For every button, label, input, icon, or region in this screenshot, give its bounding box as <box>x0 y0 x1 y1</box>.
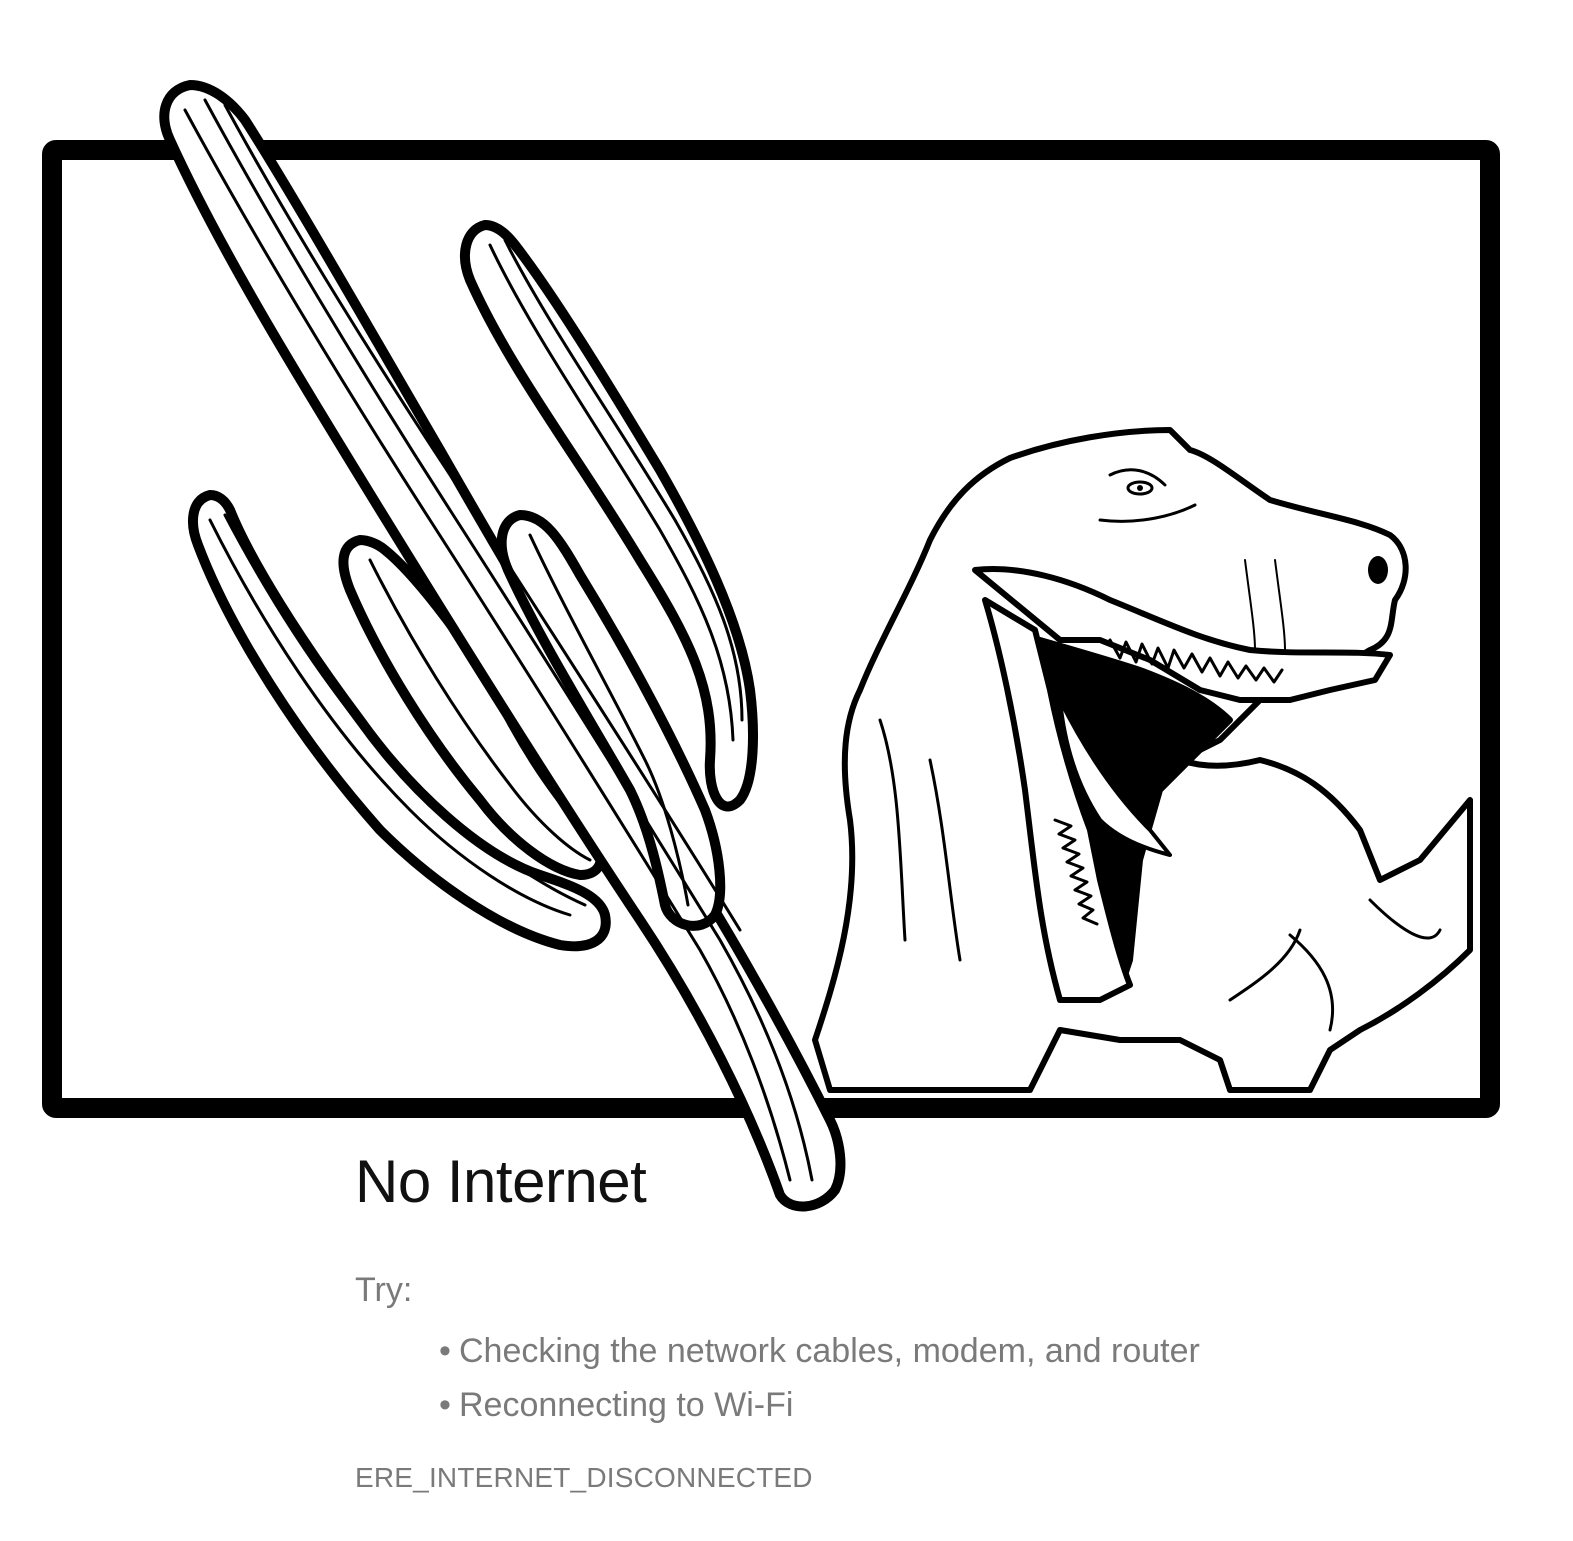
page-title: No Internet <box>355 1148 647 1215</box>
bullet-icon: • <box>439 1332 451 1370</box>
suggestion-list: • Checking the network cables, modem, and… <box>355 1324 1455 1432</box>
t-rex-icon <box>812 427 1473 1093</box>
error-message-block: No Internet Try: • Checking the network c… <box>355 1140 1455 1494</box>
suggestion-item: • Checking the network cables, modem, and… <box>439 1324 1455 1378</box>
try-label: Try: <box>355 1271 413 1309</box>
bullet-icon: • <box>439 1386 451 1424</box>
error-code: ERE_INTERNET_DISCONNECTED <box>355 1462 813 1493</box>
suggestion-text: Reconnecting to Wi-Fi <box>459 1386 794 1424</box>
suggestion-text: Checking the network cables, modem, and … <box>459 1332 1200 1370</box>
suggestion-item: • Reconnecting to Wi-Fi <box>439 1378 1455 1432</box>
cactus-icon <box>159 80 846 1212</box>
